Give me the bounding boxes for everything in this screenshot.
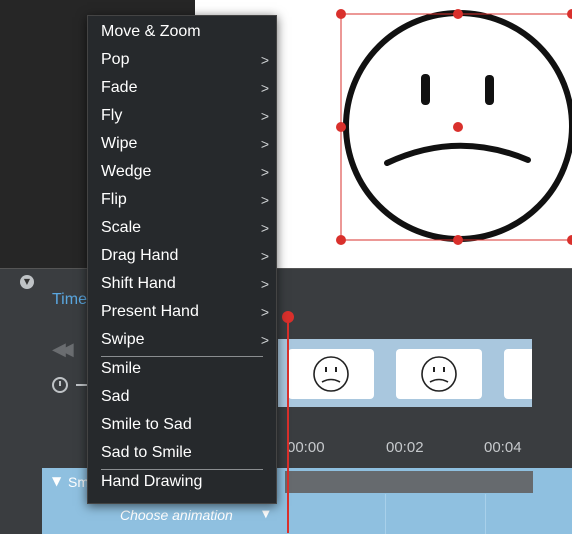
menu-item-fade[interactable]: Fade > [101,74,269,102]
chevron-right-icon: > [260,332,269,348]
thumbnail-frame[interactable] [396,349,482,399]
time-tick: 00:04 [484,439,522,456]
collapse-chevron-icon[interactable]: ▼ [20,275,34,289]
track-label: Sm [68,474,89,490]
menu-item-smile-to-sad[interactable]: Smile to Sad [101,411,261,439]
thumbnail-frame[interactable] [288,349,374,399]
clock-icon [52,377,68,393]
menu-item-wipe[interactable]: Wipe > [101,130,269,158]
frown-mouth [384,142,531,166]
menu-item-shift-hand[interactable]: Shift Hand > [101,270,269,298]
choose-animation-dropdown[interactable]: Choose animation [120,507,233,523]
chevron-right-icon: > [260,164,269,180]
thumbnail-frame[interactable] [504,349,532,399]
menu-item-present-hand[interactable]: Present Hand > [101,298,269,326]
time-tick: 00:02 [386,439,424,456]
thumbnail-strip [278,339,532,407]
menu-item-wedge[interactable]: Wedge > [101,158,269,186]
track-expand-icon[interactable]: ▼ [52,474,61,488]
timeline-panel: ▼ Time ◀◀ 00:00 00:02 00:04 ▼ Sm Choose … [0,268,572,534]
handle-bottom-center [453,235,463,245]
animation-context-menu: Move & Zoom Pop > Fade > Fly > Wipe > Wedge >… [87,15,277,504]
gridline [385,494,386,534]
menu-item-flip[interactable]: Flip > [101,186,269,214]
time-tick: 00:00 [287,439,325,456]
handle-bottom-left [336,235,346,245]
chevron-right-icon: > [260,192,269,208]
menu-item-pop[interactable]: Pop > [101,46,269,74]
gridline [485,494,486,534]
menu-item-smile[interactable]: Smile [101,355,261,383]
handle-bottom-right [567,235,572,245]
chevron-right-icon: > [260,248,269,264]
chevron-right-icon: > [260,52,269,68]
playhead-line[interactable] [287,318,289,533]
chevron-right-icon: > [260,220,269,236]
handle-middle-left [336,122,346,132]
menu-item-fly[interactable]: Fly > [101,102,269,130]
sad-face-thumb-icon [313,356,349,392]
sad-face-thumb-icon [421,356,457,392]
chevron-right-icon: > [260,80,269,96]
menu-item-move-zoom[interactable]: Move & Zoom [101,18,261,46]
handle-top-center [453,9,463,19]
dropdown-arrow-icon[interactable]: ▼ [262,509,270,520]
chevron-right-icon: > [260,108,269,124]
menu-item-scale[interactable]: Scale > [101,214,269,242]
menu-item-swipe[interactable]: Swipe > [101,326,269,354]
menu-item-sad[interactable]: Sad [101,383,261,411]
chevron-right-icon: > [260,304,269,320]
handle-top-left [336,9,346,19]
rewind-icon[interactable]: ◀◀ [52,339,74,360]
left-eye [421,74,430,105]
menu-item-drag-hand[interactable]: Drag Hand > [101,242,269,270]
chevron-right-icon: > [260,276,269,292]
track-clip-bar[interactable] [285,471,533,493]
right-eye [485,75,494,105]
handle-center [453,122,463,132]
menu-item-hand-drawing[interactable]: Hand Drawing [101,468,261,496]
menu-item-sad-to-smile[interactable]: Sad to Smile [101,439,261,467]
time-ruler[interactable]: 00:00 00:02 00:04 [0,439,572,459]
handle-top-right [567,9,572,19]
tab-timeline[interactable]: Time [52,291,87,309]
playhead-handle[interactable] [282,311,294,323]
chevron-right-icon: > [260,136,269,152]
